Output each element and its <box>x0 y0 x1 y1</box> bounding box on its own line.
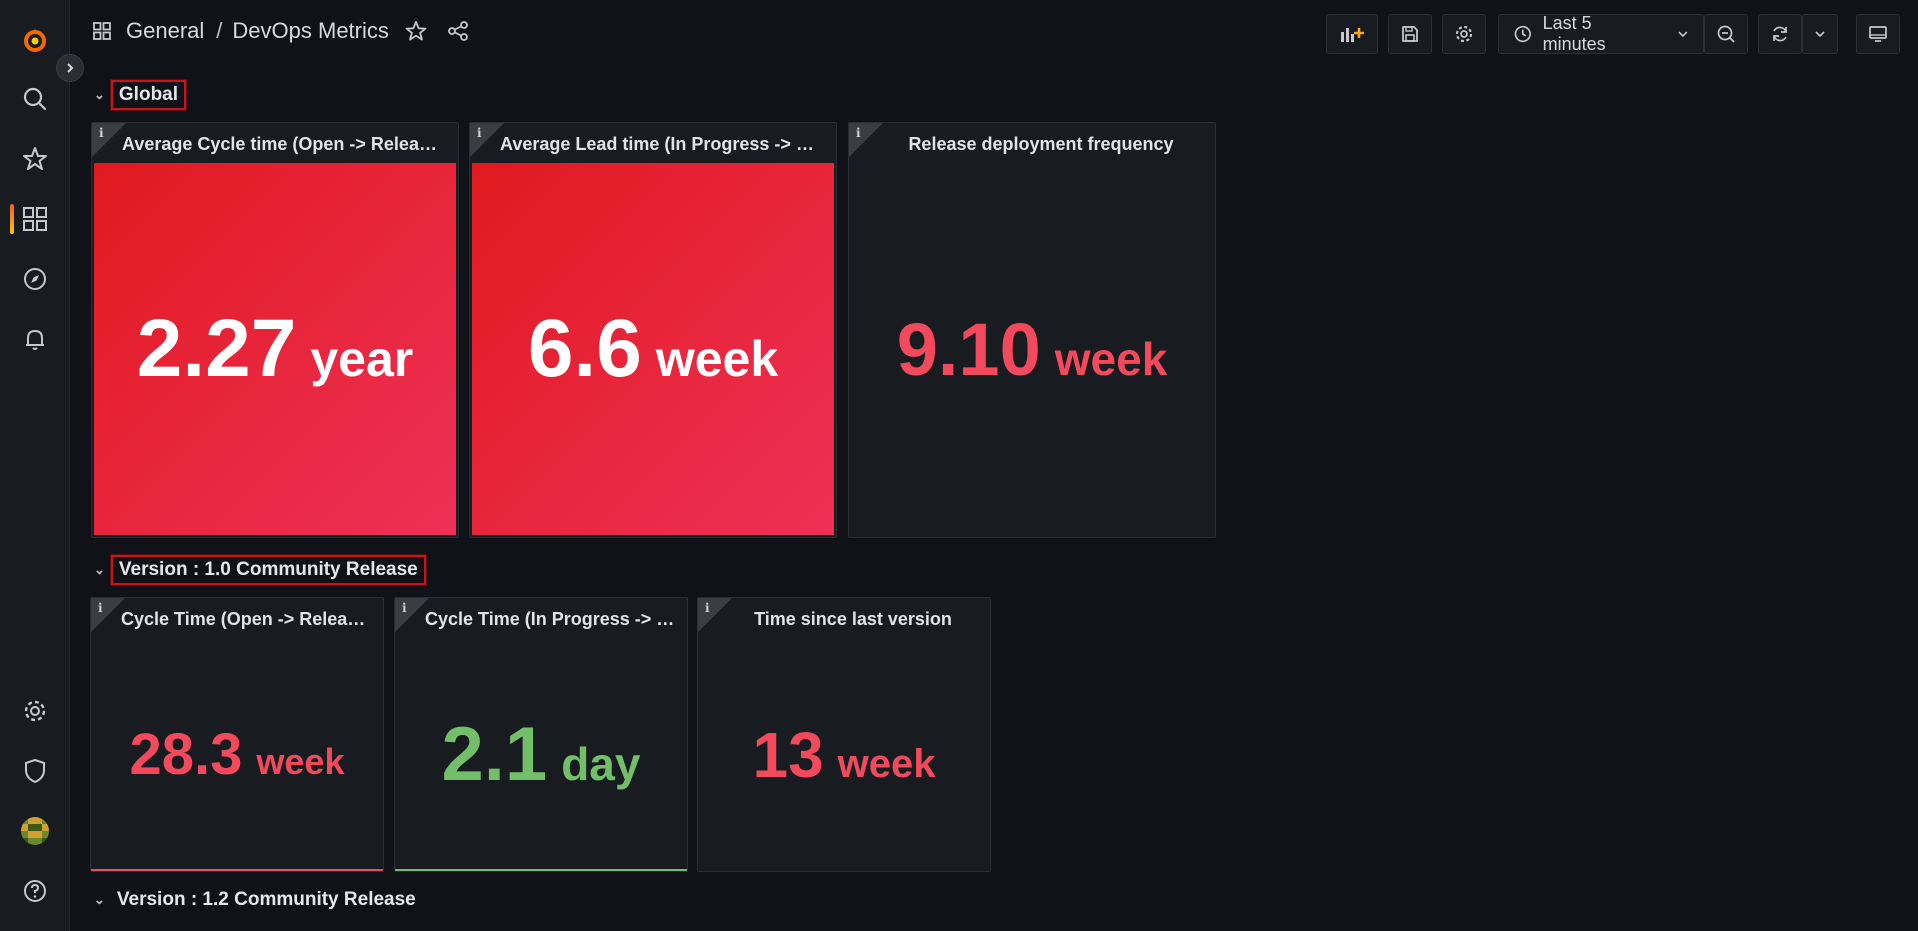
stat-panel[interactable]: 28.3 week i Cycle Time (Open -> Released… <box>90 597 384 872</box>
dashboard-navbar: General / DevOps Metrics Last 5 minutes <box>70 0 1918 68</box>
info-corner <box>849 123 883 157</box>
alerting-icon[interactable] <box>0 317 70 361</box>
star-icon[interactable] <box>405 20 427 42</box>
save-icon <box>1402 26 1418 42</box>
stat-unit: week <box>655 331 779 387</box>
sparkline-baseline <box>91 869 383 871</box>
avatar-image <box>21 817 49 845</box>
chevron-down-icon <box>1815 31 1825 38</box>
clock-icon <box>1514 25 1531 43</box>
help-icon[interactable] <box>0 869 70 913</box>
row-title: Version : 1.2 Community Release <box>116 889 416 910</box>
tv-mode-button[interactable] <box>1856 14 1900 54</box>
info-corner <box>470 123 504 157</box>
stat-value: 6.6 <box>527 303 642 394</box>
dashboards-icon[interactable] <box>0 197 70 241</box>
sparkline-baseline <box>395 869 687 871</box>
stat-panel[interactable]: 6.6 week i Average Lead time (In Progres… <box>469 122 837 538</box>
chevron-down-icon: ⌄ <box>94 87 105 102</box>
search-icon[interactable] <box>0 77 70 121</box>
share-icon[interactable] <box>447 20 469 42</box>
stat-value: 13 <box>752 718 824 791</box>
settings-icon <box>1455 25 1473 43</box>
panel-title[interactable]: Time since last version <box>728 609 978 630</box>
breadcrumb-separator: / <box>216 18 223 43</box>
panel-body: 13 week <box>698 638 990 871</box>
stat-panel[interactable]: 2.27 year i Average Cycle time (Open -> … <box>91 122 459 538</box>
zoom-out-icon <box>1717 25 1735 43</box>
panel-body: 2.27 year <box>94 163 456 535</box>
dashboard-title[interactable]: DevOps Metrics <box>232 18 388 44</box>
row-global[interactable]: ⌄ Global <box>94 80 187 110</box>
chevron-down-icon: ⌄ <box>94 562 105 577</box>
stat-value: 28.3 <box>129 721 243 787</box>
explore-icon[interactable] <box>0 257 70 301</box>
stat-unit: week <box>837 741 936 786</box>
refresh-icon <box>1773 26 1787 42</box>
dashboard-settings-button[interactable] <box>1442 14 1486 54</box>
row-title: Global <box>110 80 187 110</box>
time-range-label: Last 5 minutes <box>1542 13 1606 54</box>
chevron-down-icon <box>1678 31 1688 38</box>
stat-unit: week <box>256 740 345 782</box>
shield-icon[interactable] <box>0 749 70 793</box>
stat-panel[interactable]: 2.1 day i Cycle Time (In Progress -> Re.… <box>394 597 688 872</box>
breadcrumb-folder[interactable]: General <box>126 18 204 44</box>
info-icon[interactable]: i <box>705 601 710 615</box>
info-icon[interactable]: i <box>477 126 482 140</box>
info-corner <box>395 598 429 632</box>
stat-panel[interactable]: 9.10 week i Release deployment frequency <box>848 122 1216 538</box>
stat-unit: day <box>561 737 641 790</box>
grafana-logo-icon[interactable] <box>0 18 70 62</box>
add-panel-icon <box>1341 28 1364 42</box>
panel-title[interactable]: Release deployment frequency <box>879 134 1203 155</box>
starred-icon[interactable] <box>0 137 70 181</box>
info-corner <box>698 598 732 632</box>
panel-body: 6.6 week <box>472 163 834 535</box>
info-icon[interactable]: i <box>99 126 104 140</box>
stat-value: 9.10 <box>896 308 1041 391</box>
side-menu <box>0 0 70 931</box>
refresh-interval-dropdown[interactable] <box>1802 14 1838 54</box>
panel-body: 2.1 day <box>395 638 687 871</box>
dashboard-grid-icon <box>93 22 111 40</box>
row-title: Version : 1.0 Community Release <box>110 555 426 585</box>
panel-body: 28.3 week <box>91 638 383 871</box>
info-icon[interactable]: i <box>856 126 861 140</box>
panel-title[interactable]: Cycle Time (In Progress -> Re... <box>425 609 675 630</box>
chevron-right-icon <box>67 63 74 73</box>
stat-value: 2.27 <box>136 303 297 394</box>
stat-panel[interactable]: 13 week i Time since last version <box>697 597 991 872</box>
panel-title[interactable]: Average Lead time (In Progress -> Rele..… <box>500 134 824 155</box>
sidebar-expand-button[interactable] <box>56 54 84 82</box>
panel-title[interactable]: Average Cycle time (Open -> Released) <box>122 134 446 155</box>
tv-icon <box>1869 26 1887 42</box>
info-icon[interactable]: i <box>98 601 103 615</box>
stat-unit: week <box>1054 333 1168 385</box>
time-range-picker[interactable]: Last 5 minutes <box>1498 13 1704 54</box>
configuration-gear-icon[interactable] <box>0 689 70 733</box>
breadcrumb: General / DevOps Metrics <box>92 18 469 44</box>
refresh-button[interactable] <box>1758 14 1802 54</box>
save-dashboard-button[interactable] <box>1388 14 1432 54</box>
stat-unit: year <box>310 331 414 387</box>
add-panel-button[interactable] <box>1326 14 1378 54</box>
row-version-1-2[interactable]: ⌄ Version : 1.2 Community Release <box>94 887 422 913</box>
info-icon[interactable]: i <box>402 601 407 615</box>
panel-title[interactable]: Cycle Time (Open -> Released) <box>121 609 371 630</box>
info-corner <box>91 598 125 632</box>
stat-value: 2.1 <box>441 711 548 797</box>
chevron-down-icon: ⌄ <box>94 892 105 907</box>
user-avatar[interactable] <box>0 809 70 853</box>
row-version-1-0[interactable]: ⌄ Version : 1.0 Community Release <box>94 555 426 585</box>
panel-body: 9.10 week <box>849 163 1215 537</box>
info-corner <box>92 123 126 157</box>
zoom-out-button[interactable] <box>1704 14 1748 54</box>
